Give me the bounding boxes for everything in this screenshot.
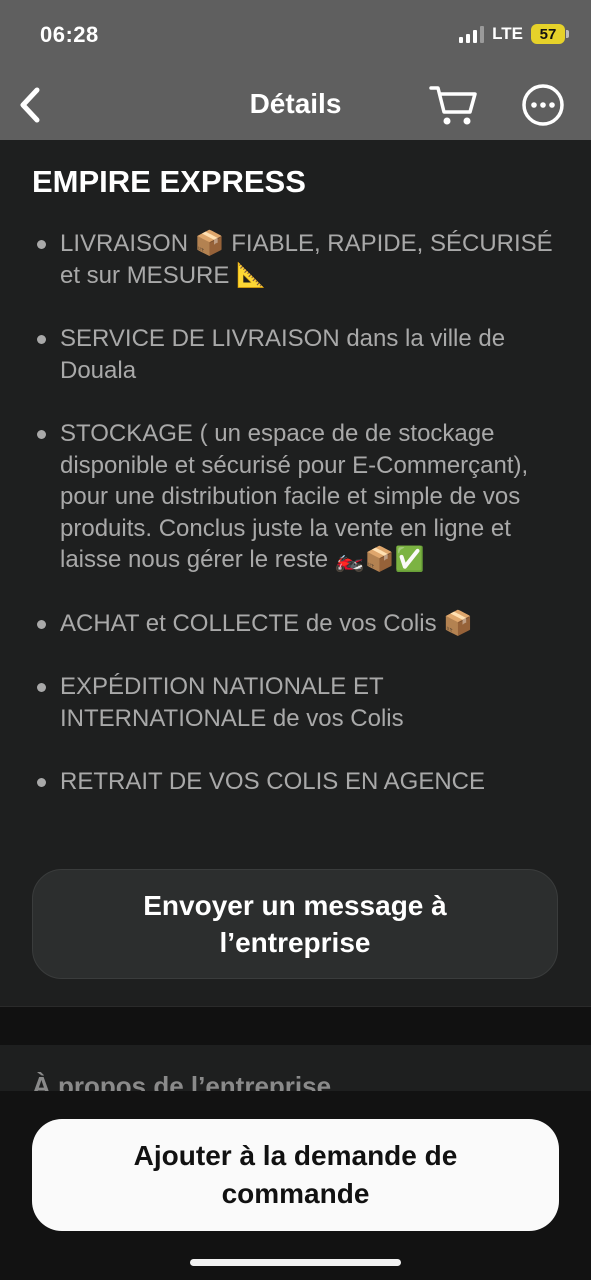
battery-icon: 57 [531, 24, 569, 44]
feature-list: LIVRAISON 📦 FIABLE, RAPIDE, SÉCURISÉ et … [36, 228, 566, 830]
page-title: Détails [249, 88, 342, 119]
cart-button[interactable] [428, 82, 480, 128]
add-to-order-request-button[interactable]: Ajouter à la demande de commande [32, 1119, 559, 1231]
status-time: 06:28 [40, 22, 99, 47]
network-label: LTE [492, 24, 523, 43]
cart-icon [429, 86, 477, 125]
bottom-action-bar: Ajouter à la demande de commande [0, 1091, 591, 1280]
nav-bar: Détails [0, 70, 591, 140]
signal-icon [459, 25, 485, 43]
section-divider [0, 1006, 591, 1046]
home-indicator[interactable] [190, 1259, 401, 1266]
list-item: SERVICE DE LIVRAISON dans la ville de Do… [36, 323, 566, 386]
status-indicators: LTE 57 [459, 24, 569, 44]
about-title: À propos de l’entreprise [32, 1071, 332, 1091]
list-item: STOCKAGE ( un espace de de stockage disp… [36, 418, 566, 576]
list-item: LIVRAISON 📦 FIABLE, RAPIDE, SÉCURISÉ et … [36, 228, 566, 291]
business-name: EMPIRE EXPRESS [32, 164, 306, 199]
more-icon [522, 84, 564, 126]
list-item: ACHAT et COLLECTE de vos Colis 📦 [36, 608, 566, 640]
list-item: EXPÉDITION NATIONALE ET INTERNATIONALE d… [36, 671, 566, 734]
more-button[interactable] [520, 82, 566, 128]
business-details: EMPIRE EXPRESS LIVRAISON 📦 FIABLE, RAPID… [0, 140, 591, 1006]
send-message-button[interactable]: Envoyer un message à l’entreprise [32, 869, 558, 979]
list-item: RETRAIT DE VOS COLIS EN AGENCE [36, 766, 566, 798]
about-section: À propos de l’entreprise [0, 1045, 591, 1091]
status-bar: 06:28 LTE 57 [0, 0, 591, 70]
